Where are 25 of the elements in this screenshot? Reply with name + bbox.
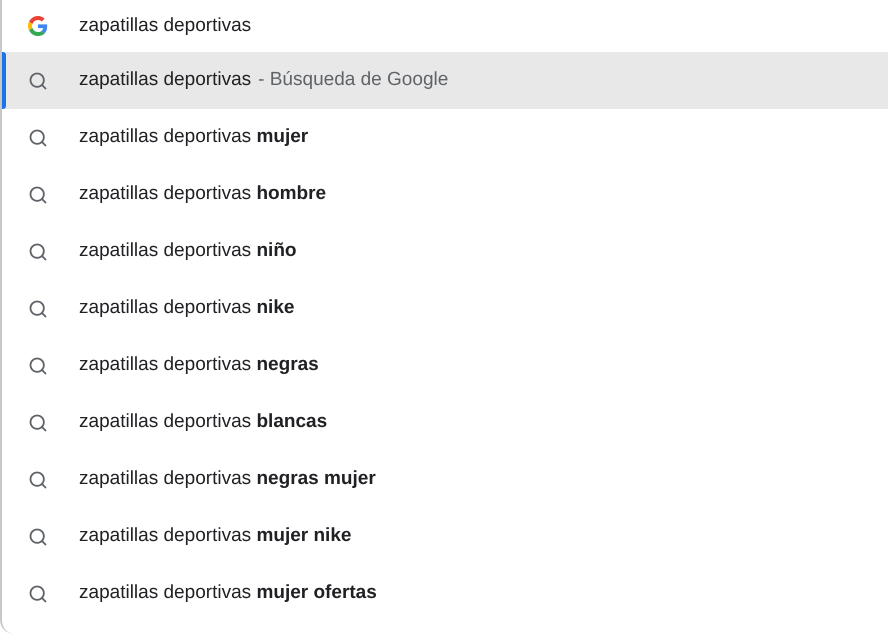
search-icon [28, 128, 48, 148]
suggestion-text: zapatillas deportivas mujer nike [79, 524, 352, 548]
suggestion-text: zapatillas deportivas mujer ofertas [79, 581, 377, 606]
google-logo-icon [28, 16, 48, 36]
suggestion-text: zapatillas deportivas nike [79, 296, 294, 320]
search-icon [28, 584, 48, 604]
suggestion-text: zapatillas deportivas negras mujer [79, 467, 376, 492]
search-icon [28, 412, 48, 432]
suggestion-text: zapatillas deportivas blancas [79, 410, 328, 434]
search-icon [28, 356, 48, 376]
selection-indicator [2, 52, 6, 109]
suggestion-text: zapatillas deportivas niño [79, 239, 297, 264]
search-icon [28, 184, 48, 204]
search-icon [28, 470, 48, 490]
search-icon [28, 70, 48, 90]
suggestion-item[interactable]: zapatillas deportivas - Búsqueda de Google [2, 52, 888, 109]
suggestion-text: zapatillas deportivas negras [79, 353, 319, 378]
suggestion-text: zapatillas deportivas mujer [79, 125, 308, 150]
omnibox-input[interactable]: zapatillas deportivas [79, 12, 252, 40]
suggestion-detail: - Búsqueda de Google [258, 68, 448, 92]
search-icon [28, 298, 48, 318]
suggestion-text: zapatillas deportivas hombre [79, 182, 326, 206]
suggestion-text: zapatillas deportivas [79, 68, 252, 92]
search-icon [28, 242, 48, 262]
search-icon [28, 526, 48, 546]
